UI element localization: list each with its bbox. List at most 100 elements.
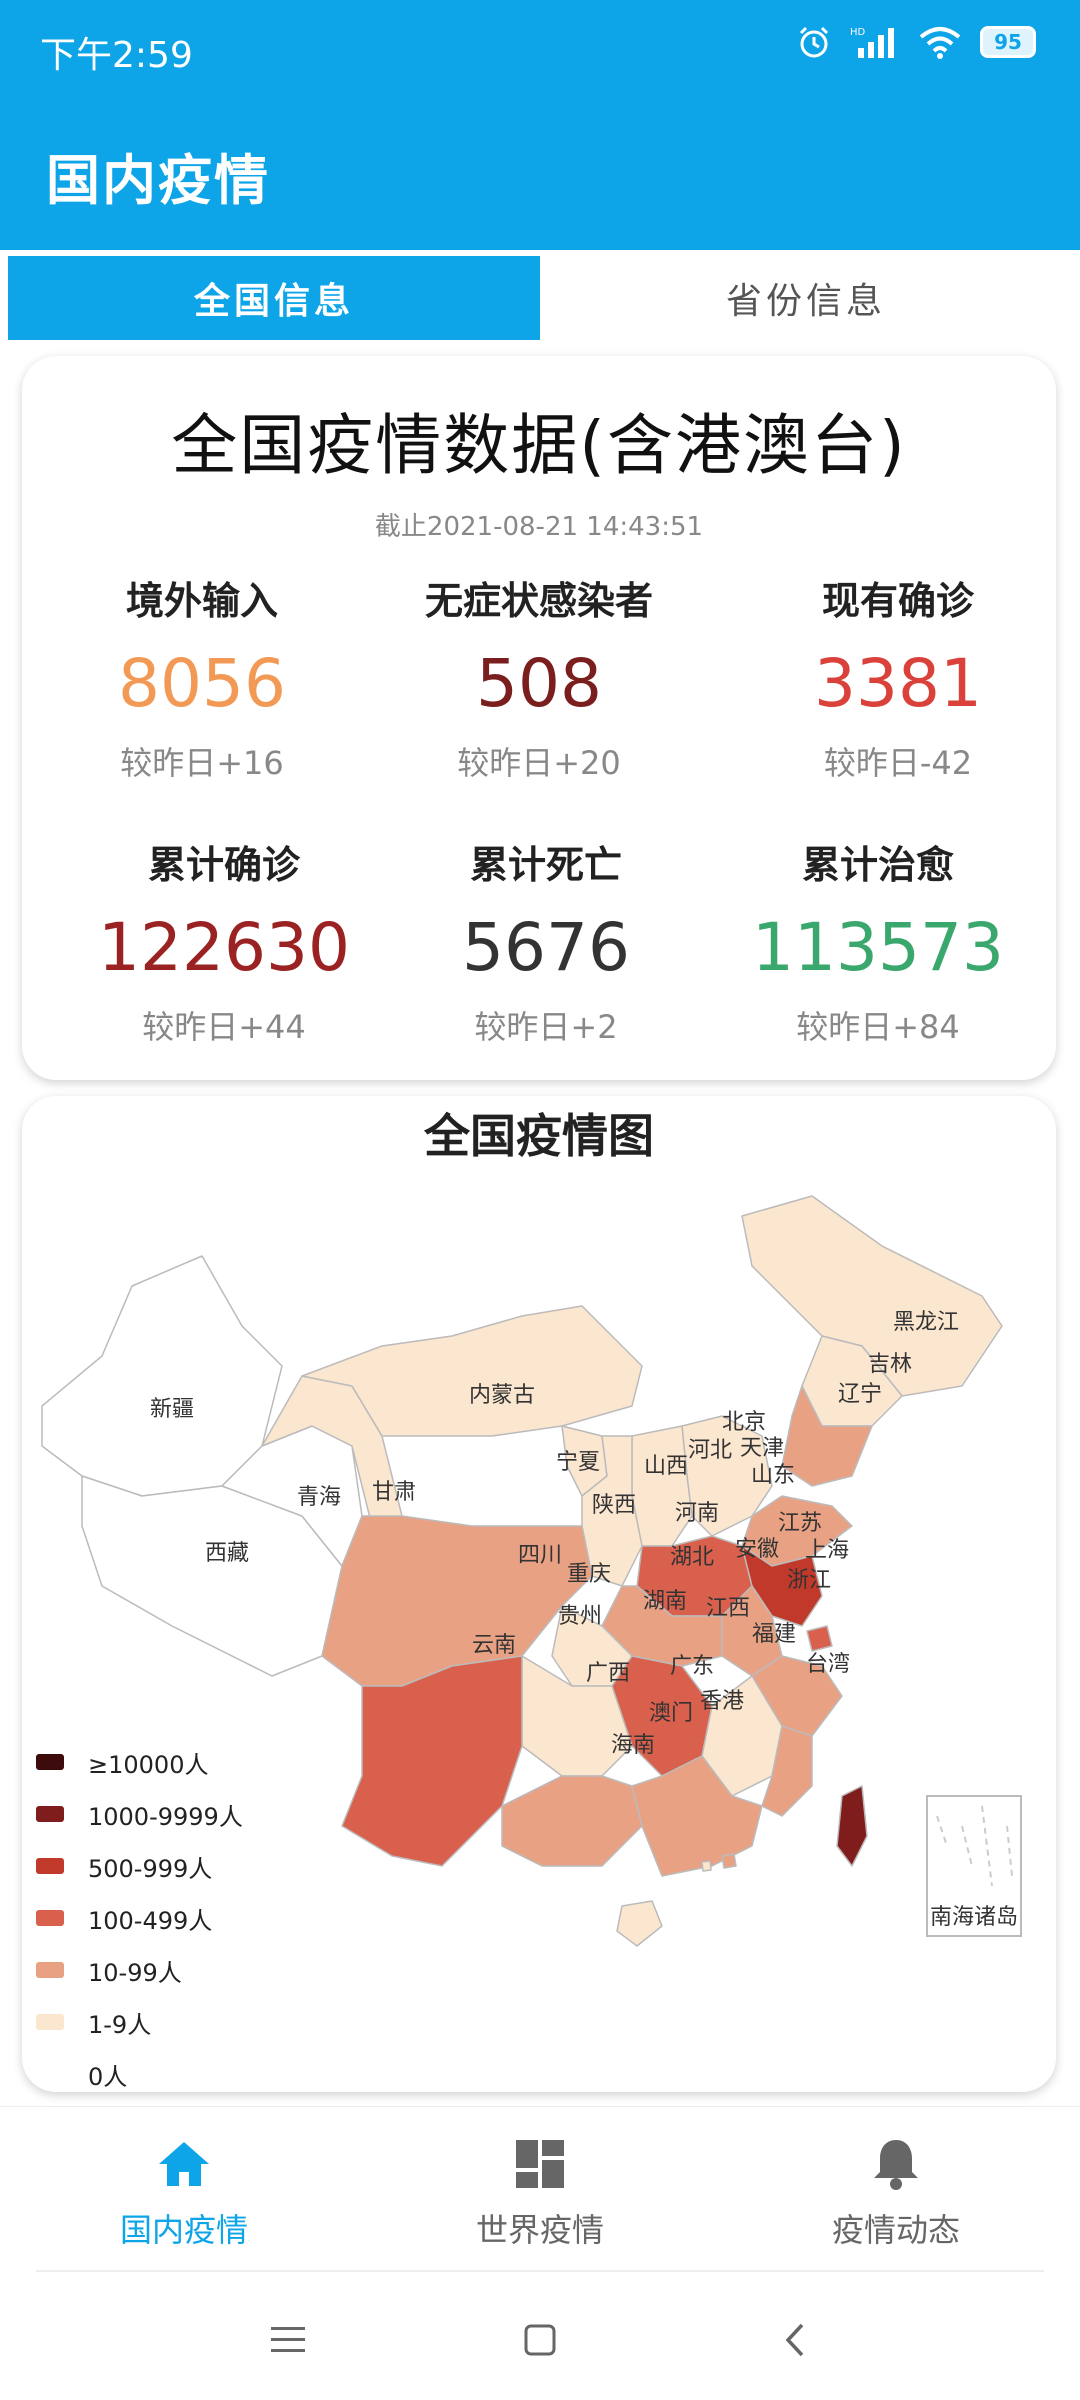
region-hainan[interactable] (616, 1900, 663, 1947)
region-xinjiang[interactable] (41, 1255, 283, 1497)
tab-province[interactable]: 省份信息 (540, 256, 1072, 340)
stat-imported: 境外输入 8056 较昨日+16 (42, 570, 362, 784)
label-xizang: 西藏 (205, 1541, 249, 1566)
nav-news[interactable]: 疫情动态 (776, 2133, 1016, 2251)
label-chongqing: 重庆 (567, 1562, 611, 1587)
battery-icon: 95 (980, 26, 1036, 58)
home-icon (159, 2142, 209, 2186)
label-hainan: 海南 (611, 1733, 655, 1758)
label-heilongjiang: 黑龙江 (893, 1310, 959, 1335)
map-legend: ≥10000人 1000-9999人 500-999人 100-499人 10-… (36, 1736, 243, 2100)
legend-item[interactable]: 0人 (36, 2048, 243, 2100)
region-xianggang[interactable] (721, 1853, 737, 1869)
summary-card: 全国疫情数据(含港澳台) 截止2021-08-21 14:43:51 境外输入 … (22, 356, 1056, 1080)
label-gansu: 甘肃 (372, 1480, 416, 1505)
stat-value: 508 (476, 645, 602, 722)
bell-icon (874, 2140, 918, 2190)
legend-item[interactable]: 1-9人 (36, 1996, 243, 2048)
label-shandong: 山东 (751, 1463, 795, 1488)
svg-text:南海诸岛: 南海诸岛 (930, 1905, 1018, 1930)
back-button[interactable] (764, 2316, 824, 2364)
menu-button[interactable] (258, 2316, 318, 2364)
app-bar: 国内疫情 (0, 96, 1080, 250)
map-card: 全国疫情图 南海诸岛 新疆 西藏 青海 甘肃 内蒙古 黑龙江 吉林 辽宁 北京 … (22, 1096, 1056, 2092)
region-shanghai[interactable] (806, 1625, 833, 1652)
signal-icon: HD (850, 27, 894, 58)
legend-item[interactable]: 500-999人 (36, 1840, 243, 1892)
label-guizhou: 贵州 (558, 1604, 602, 1629)
label-shanghai: 上海 (805, 1538, 849, 1563)
label-shanxi: 山西 (644, 1454, 688, 1479)
label-hunan: 湖南 (643, 1589, 687, 1614)
system-nav-bar (0, 2274, 1080, 2400)
legend-item[interactable]: 1000-9999人 (36, 1788, 243, 1840)
label-henan: 河南 (675, 1501, 719, 1526)
label-zhejiang: 浙江 (787, 1568, 831, 1593)
label-tianjin: 天津 (740, 1436, 784, 1461)
legend-swatch (36, 2014, 64, 2030)
label-xianggang: 香港 (700, 1689, 744, 1714)
stat-value: 8056 (118, 645, 286, 722)
menu-icon (271, 2327, 305, 2352)
stat-total-recovered: 累计治愈 113573 较昨日+84 (718, 834, 1038, 1048)
label-guangdong: 广东 (670, 1654, 714, 1679)
label-ningxia: 宁夏 (556, 1450, 600, 1475)
legend-swatch (36, 1754, 64, 1770)
alarm-icon (799, 26, 829, 58)
square-icon (524, 2324, 556, 2356)
label-guangxi: 广西 (586, 1661, 630, 1686)
region-taiwan[interactable] (836, 1785, 868, 1867)
label-jilin: 吉林 (868, 1352, 912, 1377)
legend-swatch (36, 1806, 64, 1822)
status-time: 下午2:59 (40, 35, 193, 76)
label-liaoning: 辽宁 (838, 1382, 882, 1407)
nav-world[interactable]: 世界疫情 (420, 2133, 660, 2251)
label-shaanxi: 陕西 (592, 1493, 636, 1518)
label-jiangsu: 江苏 (778, 1511, 822, 1536)
wifi-icon (919, 27, 961, 59)
legend-item[interactable]: ≥10000人 (36, 1736, 243, 1788)
label-neimenggu: 内蒙古 (469, 1383, 535, 1408)
stat-value: 3381 (814, 645, 982, 722)
region-aomen[interactable] (701, 1860, 712, 1872)
label-hubei: 湖北 (670, 1545, 714, 1570)
label-fujian: 福建 (752, 1622, 796, 1647)
stat-value: 5676 (462, 909, 630, 986)
nav-domestic[interactable]: 国内疫情 (64, 2133, 304, 2251)
page-title: 国内疫情 (46, 149, 270, 212)
dashboard-icon (516, 2140, 564, 2188)
label-yunnan: 云南 (472, 1633, 516, 1658)
label-xinjiang: 新疆 (150, 1397, 194, 1422)
stat-current-confirmed: 现有确诊 3381 较昨日-42 (738, 570, 1058, 784)
legend-swatch (36, 1962, 64, 1978)
label-qinghai: 青海 (297, 1485, 341, 1510)
map-title: 全国疫情图 (424, 1109, 654, 1163)
status-bar: 下午2:59 HD 95 (0, 0, 1080, 96)
tab-bar: 全国信息 省份信息 (0, 256, 1080, 342)
label-hebei: 河北 (688, 1438, 732, 1463)
region-yunnan[interactable] (341, 1655, 523, 1867)
legend-swatch (36, 2066, 64, 2082)
region-shanxi[interactable] (631, 1425, 693, 1547)
label-aomen: 澳门 (649, 1701, 693, 1726)
legend-item[interactable]: 10-99人 (36, 1944, 243, 1996)
south-sea-inset: 南海诸岛 (926, 1795, 1022, 1937)
stat-asymptomatic: 无症状感染者 508 较昨日+20 (379, 570, 699, 784)
label-beijing: 北京 (722, 1410, 766, 1435)
home-button[interactable] (510, 2316, 570, 2364)
stat-value: 122630 (98, 909, 350, 986)
label-sichuan: 四川 (518, 1543, 562, 1568)
bottom-nav: 国内疫情 世界疫情 疫情动态 (0, 2106, 1080, 2273)
label-jiangxi: 江西 (706, 1596, 750, 1621)
stat-total-deaths: 累计死亡 5676 较昨日+2 (386, 834, 706, 1048)
legend-item[interactable]: 100-499人 (36, 1892, 243, 1944)
legend-swatch (36, 1910, 64, 1926)
nav-divider (36, 2270, 1044, 2272)
stat-value: 113573 (752, 909, 1004, 986)
region-sichuan[interactable] (321, 1515, 593, 1687)
legend-swatch (36, 1858, 64, 1874)
label-taiwan: 台湾 (806, 1652, 850, 1677)
region-guangxi[interactable] (501, 1775, 643, 1867)
svg-text:HD: HD (850, 27, 866, 38)
tab-national[interactable]: 全国信息 (8, 256, 540, 340)
